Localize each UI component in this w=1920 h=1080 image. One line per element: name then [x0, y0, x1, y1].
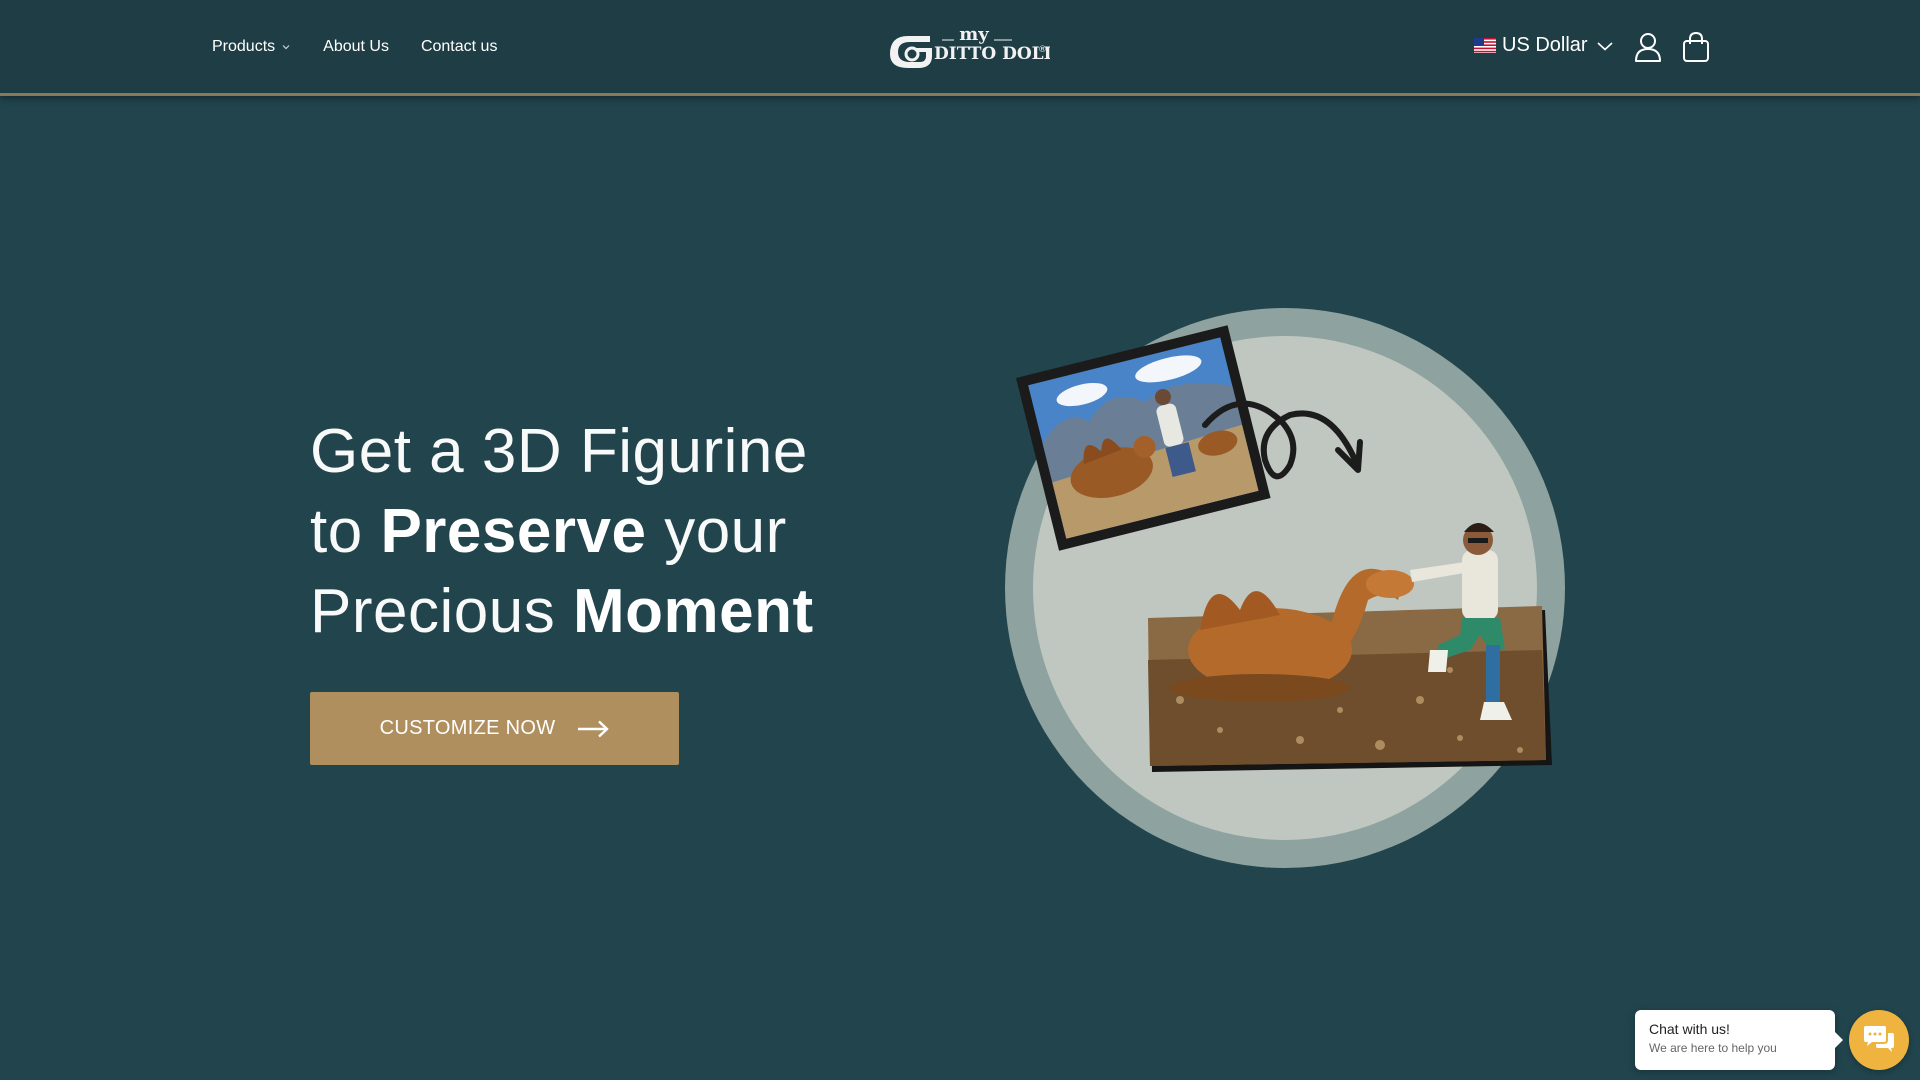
logo-registered-mark: ®	[1038, 45, 1047, 55]
hero-heading: Get a 3D Figurine to Preserve your Preci…	[310, 412, 830, 652]
nav-contact-us[interactable]: Contact us	[421, 38, 497, 56]
chevron-down-icon	[1597, 41, 1613, 51]
nav-about-us[interactable]: About Us	[323, 38, 389, 56]
shopping-bag-icon[interactable]	[1681, 31, 1711, 63]
logo-top-text: my	[959, 24, 989, 45]
chat-prompt-bubble[interactable]: Chat with us! We are here to help you	[1635, 1010, 1843, 1070]
currency-selector[interactable]: US Dollar	[1474, 34, 1613, 57]
arrow-right-icon	[578, 720, 610, 737]
logo-main-text: DITTO DOLL	[934, 44, 1050, 64]
user-account-icon[interactable]	[1633, 31, 1663, 63]
hero-line-3-bold: Moment	[572, 577, 814, 646]
chat-icon	[1864, 1026, 1894, 1052]
us-flag-icon	[1474, 38, 1496, 53]
chat-title: Chat with us!	[1649, 1021, 1730, 1037]
nav-products[interactable]: Products	[212, 38, 291, 56]
brand-logo[interactable]: my DITTO DOLL ®	[886, 24, 1050, 68]
hero-line-2-c: your	[646, 497, 787, 566]
hero-line-2-a: to	[310, 497, 381, 566]
customize-now-label: CUSTOMIZE NOW	[379, 717, 556, 739]
chat-subtitle: We are here to help you	[1649, 1041, 1777, 1055]
hero-line-3-a: Precious	[310, 577, 573, 646]
photo-to-figurine-illustration	[1005, 308, 1565, 868]
chat-launcher-button[interactable]	[1849, 1010, 1909, 1070]
nav-products-label: Products	[212, 38, 276, 55]
main-nav: Products About Us Contact us	[212, 38, 529, 56]
site-header: Products About Us Contact us my DITTO DO…	[0, 0, 1920, 96]
hero-line-2-bold: Preserve	[380, 497, 647, 566]
nav-contact-us-label: Contact us	[420, 38, 498, 55]
customize-now-button[interactable]: CUSTOMIZE NOW	[310, 692, 679, 765]
chevron-down-icon	[282, 45, 290, 50]
nav-about-us-label: About Us	[323, 38, 389, 55]
hero-line-1: Get a 3D Figurine	[310, 417, 808, 486]
currency-label: US Dollar	[1502, 34, 1588, 56]
